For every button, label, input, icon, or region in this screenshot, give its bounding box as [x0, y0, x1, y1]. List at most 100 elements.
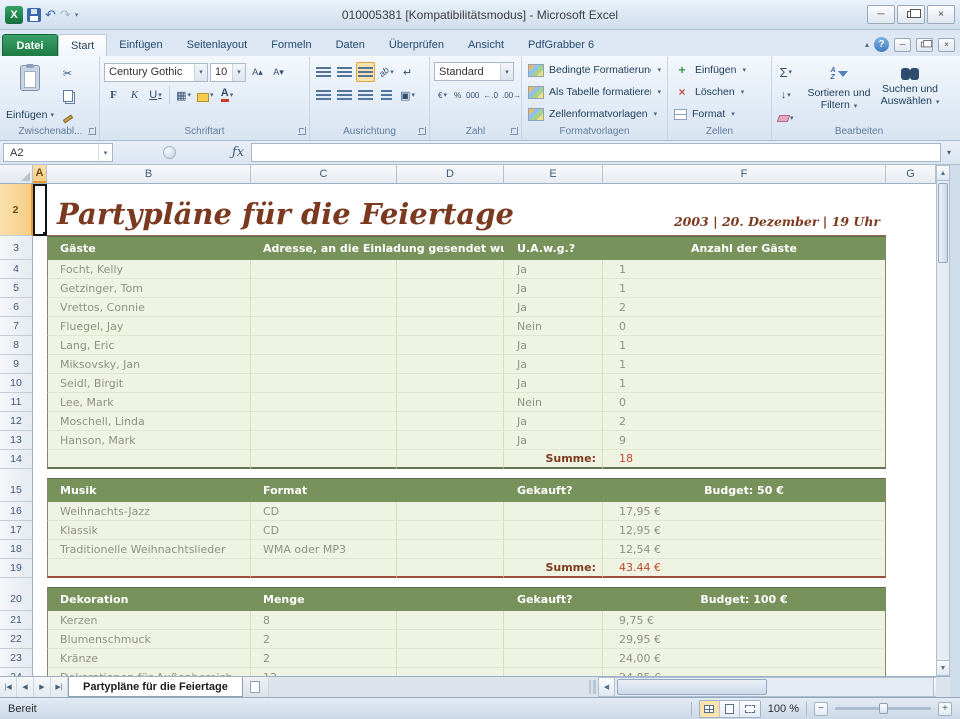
row-header[interactable]: 14 — [0, 450, 33, 469]
row-header[interactable]: 19 — [0, 559, 33, 578]
decrease-decimal-button[interactable]: .00→ — [500, 85, 523, 105]
cell[interactable] — [33, 355, 47, 374]
number-format-combo[interactable]: Standard ▾ — [434, 62, 514, 81]
row-header[interactable]: 15 — [0, 478, 33, 502]
cell[interactable]: Dekoration — [47, 587, 251, 611]
cell[interactable] — [397, 450, 504, 469]
cell-styles-button[interactable]: Zellenformatvorlagen ▾ — [526, 103, 663, 125]
cell[interactable]: Ja — [504, 260, 603, 279]
merge-center-button[interactable]: ▣▾ — [398, 85, 417, 105]
cell[interactable]: Budget: 50 € — [603, 478, 886, 502]
cell[interactable]: Vrettos, Connie — [47, 298, 251, 317]
column-header-B[interactable]: B — [47, 165, 251, 183]
align-top-button[interactable] — [314, 62, 333, 82]
find-select-button[interactable]: Suchen und Auswählen ▾ — [875, 60, 945, 122]
cell[interactable] — [397, 431, 504, 450]
scroll-up-icon[interactable]: ▲ — [937, 166, 949, 181]
cell[interactable] — [397, 336, 504, 355]
cell[interactable]: Partypläne für die Feiertage — [47, 184, 251, 236]
row-header[interactable]: 13 — [0, 431, 33, 450]
file-tab[interactable]: Datei — [2, 34, 58, 56]
font-size-combo[interactable]: 10 ▾ — [210, 63, 246, 82]
row-header[interactable]: 22 — [0, 630, 33, 649]
h-scrollbar[interactable]: ◀ ▶ — [598, 677, 950, 697]
cell[interactable] — [397, 298, 504, 317]
cell[interactable] — [504, 611, 603, 630]
qat-customize-dropdown-icon[interactable]: ▾ — [75, 11, 79, 19]
cell[interactable] — [886, 611, 936, 630]
tab-scroll-last-button[interactable]: ▶| — [51, 677, 68, 697]
cell[interactable] — [886, 587, 936, 611]
tab-scroll-first-button[interactable]: |◀ — [0, 677, 17, 697]
ribbon-tab-ansicht[interactable]: Ansicht — [456, 34, 516, 56]
cell[interactable] — [33, 393, 47, 412]
cut-button[interactable]: ✂ — [58, 63, 77, 83]
row-header[interactable]: 23 — [0, 649, 33, 668]
cell[interactable] — [251, 412, 397, 431]
cell[interactable]: Budget: 100 € — [603, 587, 886, 611]
cell[interactable] — [504, 502, 603, 521]
cell[interactable]: 9,75 € — [603, 611, 886, 630]
column-header-F[interactable]: F — [603, 165, 886, 183]
row-header[interactable]: 12 — [0, 412, 33, 431]
name-box[interactable]: A2 ▾ — [3, 143, 113, 162]
chevron-down-icon[interactable]: ▾ — [232, 64, 245, 81]
align-middle-button[interactable] — [335, 62, 354, 82]
grow-font-button[interactable]: A▴ — [248, 62, 267, 82]
row-header[interactable] — [0, 578, 33, 587]
cell[interactable]: Nein — [504, 393, 603, 412]
cell[interactable]: Hanson, Mark — [47, 431, 251, 450]
cell[interactable] — [397, 668, 504, 676]
h-scroll-thumb[interactable] — [617, 679, 767, 695]
cell[interactable] — [33, 587, 47, 611]
currency-format-button[interactable]: €▾ — [434, 85, 451, 105]
cell[interactable]: Kränze — [47, 649, 251, 668]
cell[interactable]: Fluegel, Jay — [47, 317, 251, 336]
cell[interactable]: 8 — [251, 611, 397, 630]
ribbon-tab-seitenlayout[interactable]: Seitenlayout — [175, 34, 260, 56]
cell[interactable]: 1 — [603, 336, 886, 355]
view-page-layout-button[interactable] — [720, 701, 740, 717]
number-dialog-launcher-icon[interactable] — [510, 127, 518, 135]
cell[interactable] — [397, 540, 504, 559]
cell[interactable]: Getzinger, Tom — [47, 279, 251, 298]
align-bottom-button[interactable] — [356, 62, 375, 82]
cell[interactable]: Blumenschmuck — [47, 630, 251, 649]
cell[interactable]: Weihnachts-Jazz — [47, 502, 251, 521]
cell[interactable] — [251, 336, 397, 355]
cell[interactable] — [886, 502, 936, 521]
cell[interactable] — [397, 630, 504, 649]
cell[interactable]: Anzahl der Gäste — [603, 236, 886, 260]
row-header[interactable]: 18 — [0, 540, 33, 559]
cell[interactable]: Focht, Kelly — [47, 260, 251, 279]
cell[interactable] — [886, 478, 936, 502]
row-header[interactable]: 6 — [0, 298, 33, 317]
cell[interactable]: Miksovsky, Jan — [47, 355, 251, 374]
redo-button[interactable]: ↷ — [60, 8, 71, 21]
column-header-G[interactable]: G — [886, 165, 936, 183]
workbook-restore-button[interactable] — [916, 38, 933, 52]
workbook-close-button[interactable]: × — [938, 38, 955, 52]
cell[interactable] — [33, 630, 47, 649]
cell[interactable]: 0 — [603, 317, 886, 336]
row-header[interactable]: 16 — [0, 502, 33, 521]
cell[interactable] — [33, 502, 47, 521]
cell[interactable]: CD — [251, 521, 397, 540]
cell[interactable] — [33, 668, 47, 676]
help-button[interactable]: ? — [874, 37, 889, 52]
scroll-down-icon[interactable]: ▼ — [937, 660, 949, 675]
cell[interactable] — [33, 478, 47, 502]
cell[interactable] — [886, 521, 936, 540]
select-all-corner[interactable] — [0, 165, 33, 183]
cell[interactable] — [33, 450, 47, 469]
ribbon-tab-start[interactable]: Start — [58, 34, 107, 56]
insert-function-button[interactable]: ƒx — [225, 145, 251, 160]
ribbon-tab-daten[interactable]: Daten — [324, 34, 377, 56]
expand-formula-bar-icon[interactable]: ▾ — [941, 148, 957, 157]
cell[interactable] — [33, 559, 47, 578]
view-page-break-button[interactable] — [740, 701, 760, 717]
cell[interactable] — [33, 649, 47, 668]
cell[interactable] — [504, 668, 603, 676]
insert-cells-button[interactable]: + Einfügen ▾ — [672, 59, 767, 81]
cell[interactable]: 2 — [603, 412, 886, 431]
